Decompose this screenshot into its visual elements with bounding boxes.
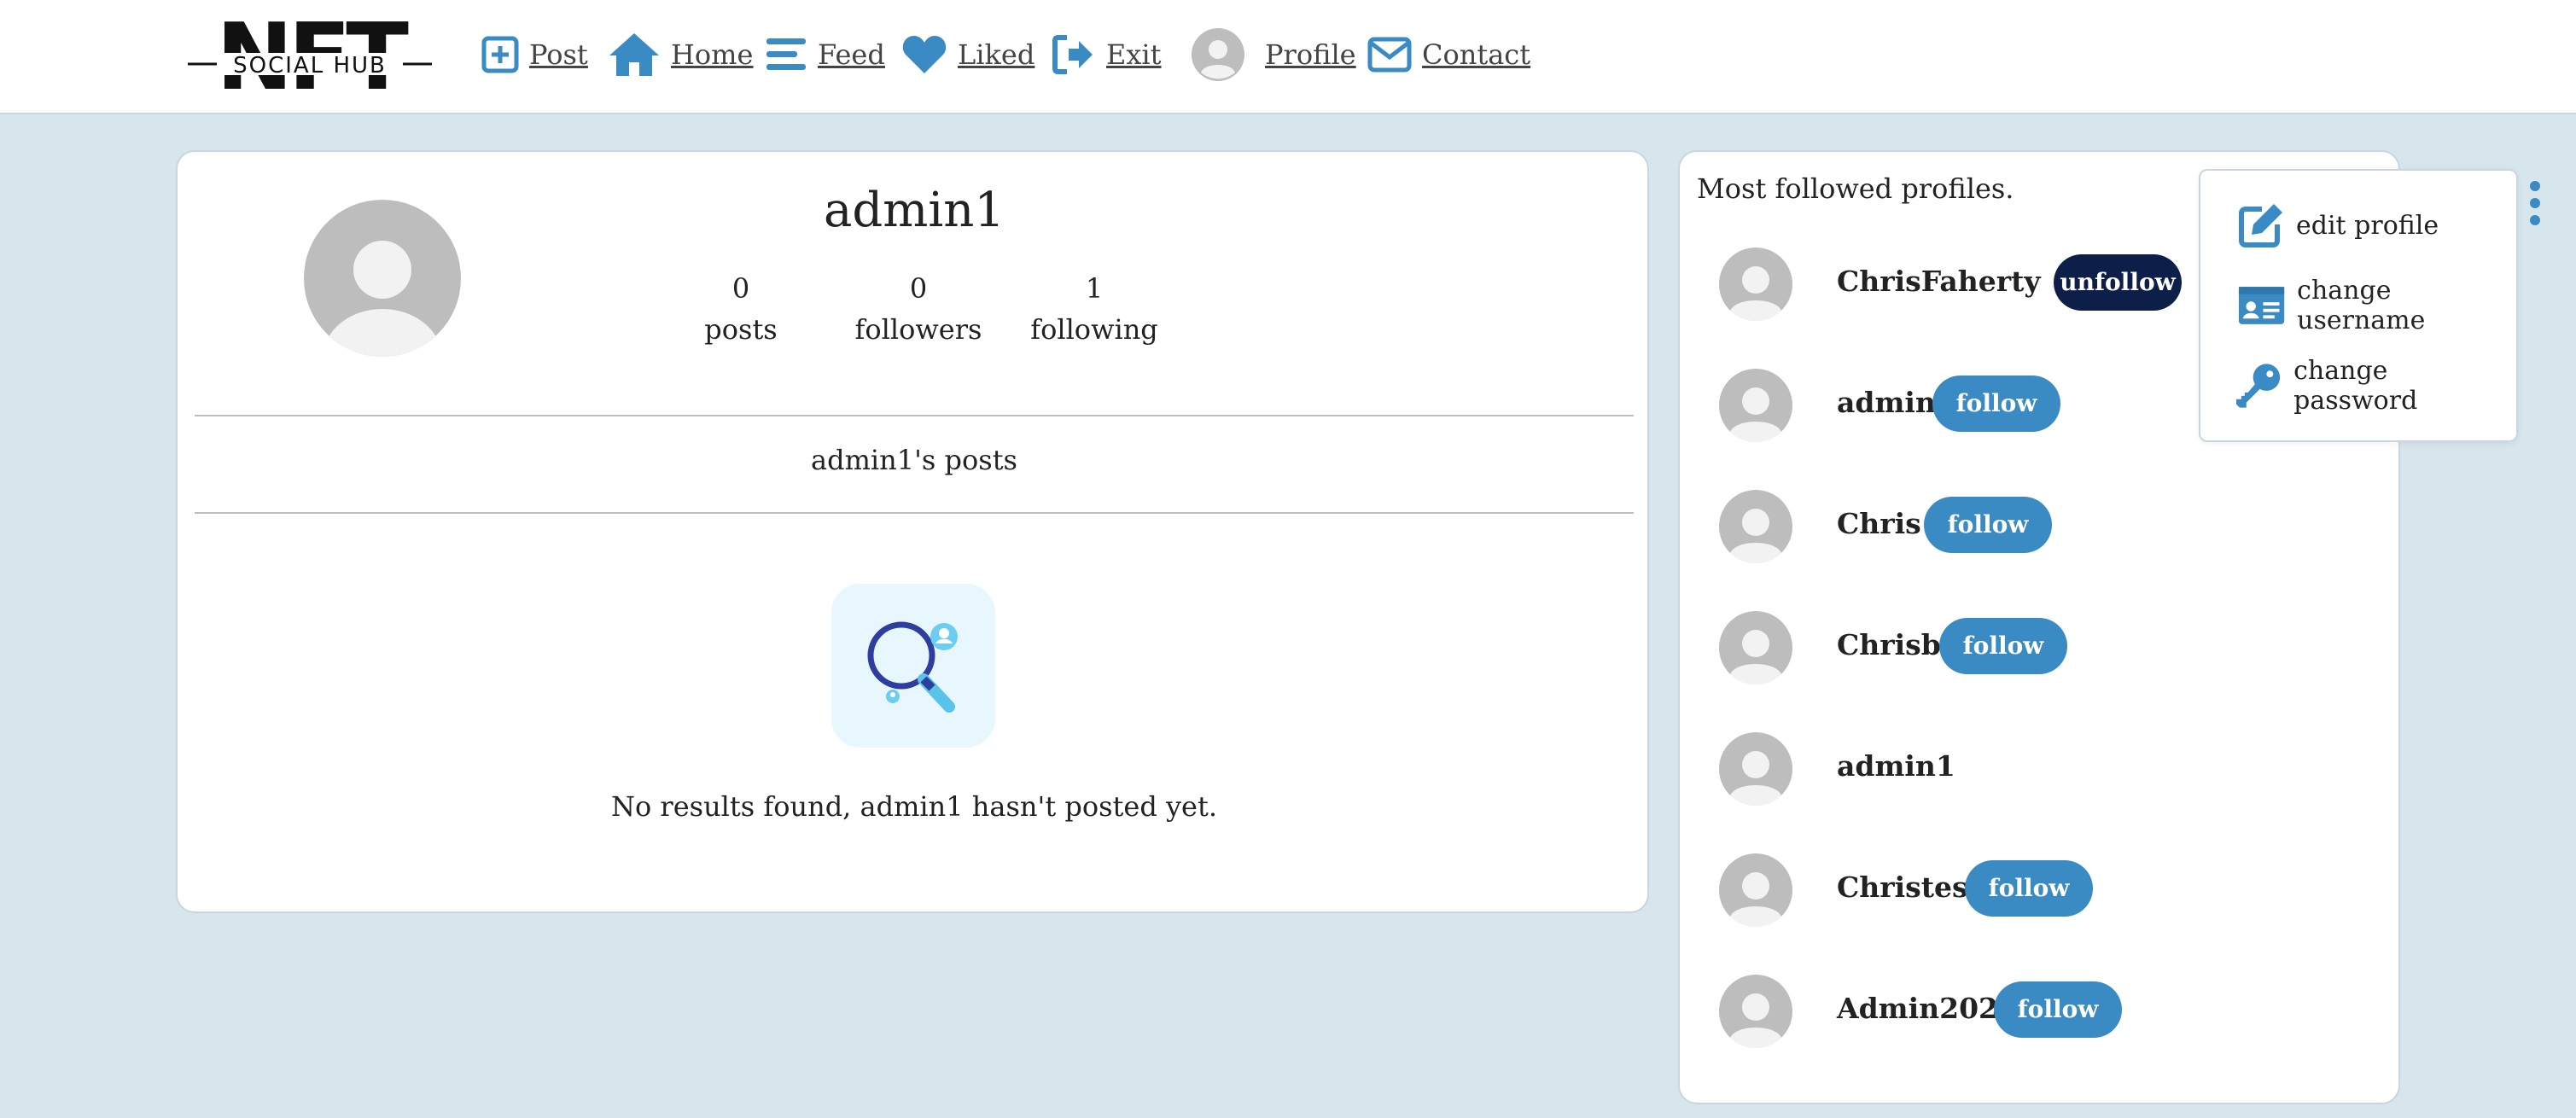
follow-button[interactable]: follow — [1965, 860, 2093, 917]
nav-exit-label[interactable]: Exit — [1106, 38, 1162, 71]
stat-following-count: 1 — [1085, 272, 1104, 305]
no-posts-message: No results found, admin1 hasn't posted y… — [610, 790, 1218, 823]
top-navbar: NFT SOCIAL HUB Post Home Feed — [0, 0, 2576, 114]
bars-icon — [766, 38, 806, 70]
avatar[interactable] — [1719, 247, 1792, 321]
stat-posts: 0 posts — [690, 268, 792, 350]
logo-image: NFT SOCIAL HUB — [186, 17, 434, 97]
profile-name[interactable]: admin1 — [1837, 749, 1955, 783]
profile-name[interactable]: Chris — [1837, 507, 1921, 540]
menu-item-label: edit profile — [2296, 210, 2439, 241]
nav-home-label[interactable]: Home — [671, 38, 753, 71]
menu-item-change-password[interactable]: change password — [2235, 356, 2516, 416]
avatar[interactable] — [1719, 490, 1792, 563]
nav-liked[interactable]: Liked — [901, 26, 1034, 84]
profile-row: Chris follow — [1719, 490, 2317, 563]
nav-liked-label[interactable]: Liked — [958, 38, 1034, 71]
stat-followers-label: followers — [854, 313, 982, 346]
sidebar-title: Most followed profiles. — [1697, 172, 2014, 205]
nav-home[interactable]: Home — [608, 26, 753, 84]
profile-name[interactable]: Chrisb — [1837, 628, 1941, 661]
pen-square-icon — [2239, 204, 2282, 247]
stat-following-label: following — [1030, 313, 1158, 346]
menu-item-change-username[interactable]: change username — [2238, 276, 2516, 335]
avatar[interactable] — [1719, 853, 1792, 927]
nav-post[interactable]: Post — [481, 26, 588, 84]
posts-section-title: admin1's posts — [811, 444, 1017, 476]
unfollow-button[interactable]: unfollow — [2054, 254, 2182, 311]
envelope-icon — [1367, 37, 1412, 73]
nav-exit[interactable]: Exit — [1052, 26, 1162, 84]
menu-item-label: change password — [2293, 356, 2418, 416]
nft-social-hub-logo[interactable]: NFT SOCIAL HUB — [186, 17, 434, 97]
nav-profile[interactable]: Profile — [1192, 26, 1356, 84]
nav-profile-label[interactable]: Profile — [1265, 38, 1356, 71]
follow-button[interactable]: follow — [1932, 376, 2060, 432]
stat-posts-label: posts — [704, 313, 778, 346]
heart-icon — [902, 36, 947, 73]
home-icon — [609, 33, 659, 76]
divider — [195, 415, 1634, 416]
avatar[interactable] — [1719, 975, 1792, 1048]
profile-name[interactable]: Admin2023 — [1837, 992, 2018, 1025]
svg-text:SOCIAL HUB: SOCIAL HUB — [233, 53, 387, 79]
nav-contact-label[interactable]: Contact — [1422, 38, 1530, 71]
profile-row: admin1 — [1719, 732, 2317, 806]
stat-followers-count: 0 — [909, 272, 928, 305]
avatar[interactable] — [1719, 732, 1792, 806]
stat-following[interactable]: 1 following — [1026, 268, 1163, 350]
nav-post-label[interactable]: Post — [529, 38, 588, 71]
menu-item-label: change username — [2297, 276, 2426, 335]
follow-button[interactable]: follow — [1924, 497, 2052, 553]
avatar[interactable] — [1719, 369, 1792, 442]
profile-name[interactable]: ChrisFaherty — [1837, 265, 2041, 298]
nav-contact[interactable]: Contact — [1367, 26, 1530, 84]
stat-posts-count: 0 — [731, 272, 750, 305]
profile-options-menu: edit profile change username change pass… — [2199, 169, 2518, 442]
sign-out-icon — [1052, 35, 1093, 74]
stat-followers[interactable]: 0 followers — [850, 268, 987, 350]
nav-feed[interactable]: Feed — [765, 26, 885, 84]
ellipsis-vertical-icon[interactable] — [2525, 179, 2545, 227]
key-icon — [2235, 364, 2281, 408]
profile-card: admin1 0 posts 0 followers 1 following a… — [176, 150, 1649, 913]
profile-row: Chrisb follow — [1719, 611, 2317, 684]
plus-square-icon — [481, 36, 519, 73]
profile-name[interactable]: admin — [1837, 386, 1936, 419]
magnifier-search-icon — [867, 621, 958, 713]
profile-username: admin1 — [824, 183, 1005, 238]
profile-name[interactable]: Christest — [1837, 871, 1981, 904]
no-results-icon — [831, 584, 995, 748]
divider — [195, 512, 1634, 514]
profile-row: Christest follow — [1719, 853, 2317, 927]
avatar-icon — [1192, 28, 1244, 81]
nav-feed-label[interactable]: Feed — [818, 38, 885, 71]
id-card-icon — [2238, 287, 2285, 324]
avatar[interactable] — [1719, 611, 1792, 684]
profile-row: Admin2023 follow — [1719, 975, 2317, 1048]
follow-button[interactable]: follow — [1939, 618, 2067, 674]
follow-button[interactable]: follow — [1994, 981, 2122, 1038]
menu-item-edit-profile[interactable]: edit profile — [2238, 200, 2439, 251]
